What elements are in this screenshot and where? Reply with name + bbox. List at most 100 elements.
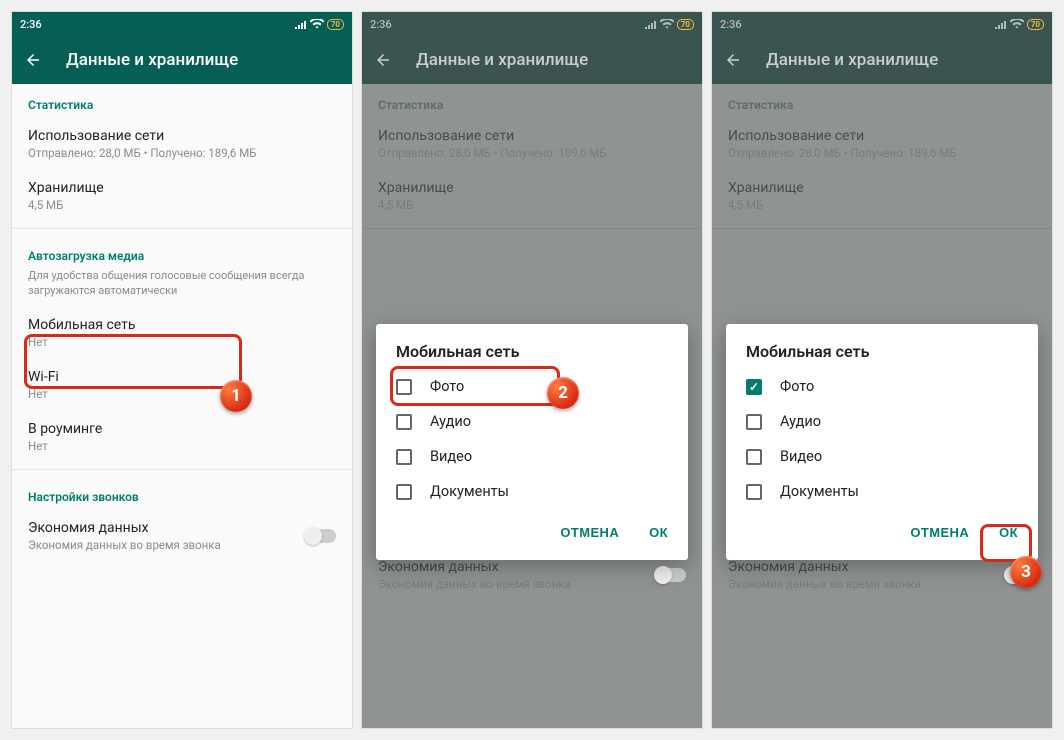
divider [12, 469, 352, 470]
item-wifi[interactable]: Wi-Fi Нет [12, 359, 352, 411]
item-storage[interactable]: Хранилище 4,5 МБ [12, 170, 352, 222]
checkbox-video[interactable] [396, 449, 412, 465]
toolbar: Данные и хранилище [712, 36, 1052, 84]
section-autodl-sub: Для удобства общения голосовые сообщения… [12, 269, 352, 307]
dialog-item-audio[interactable]: Аудио [376, 404, 688, 439]
cancel-button[interactable]: ОТМЕНА [900, 517, 979, 548]
badge-2: 2 [547, 377, 579, 409]
item-network-usage[interactable]: Использование сети Отправлено: 28,0 МБ •… [12, 118, 352, 170]
cancel-button[interactable]: ОТМЕНА [550, 517, 629, 548]
item-title: Экономия данных [728, 559, 921, 575]
wifi-icon [310, 19, 324, 29]
ok-button[interactable]: ОК [639, 517, 678, 548]
item-saver[interactable]: Экономия данных Экономия данных во время… [12, 510, 352, 562]
badge-1: 1 [220, 380, 252, 412]
divider [712, 228, 1052, 229]
wifi-icon [1010, 19, 1024, 29]
screenshot-3: 2:36 70 Данные и хранилище Статистика Ис… [712, 12, 1052, 728]
item-mobile[interactable]: Мобильная сеть Нет [12, 307, 352, 359]
item-title: Мобильная сеть [28, 317, 336, 333]
dialog-title: Мобильная сеть [376, 342, 688, 369]
dialog-label: Документы [430, 483, 509, 500]
item-title: Хранилище [378, 180, 686, 196]
status-bar: 2:36 70 [12, 12, 352, 36]
dialog-item-docs[interactable]: Документы [726, 474, 1038, 509]
dialog-label: Видео [430, 448, 472, 465]
status-time: 2:36 [370, 18, 392, 31]
toolbar-title: Данные и хранилище [66, 50, 238, 70]
checkbox-audio[interactable] [746, 414, 762, 430]
toggle-saver [656, 568, 686, 582]
section-autodl: Автозагрузка медиа [12, 235, 352, 269]
item-sub: Отправлено: 28,0 МБ • Получено: 189,6 МБ [728, 146, 1036, 160]
item-sub: Отправлено: 28,0 МБ • Получено: 189,6 МБ [28, 146, 336, 160]
toolbar-title: Данные и хранилище [416, 50, 588, 70]
screenshot-2: 2:36 70 Данные и хранилище Статистика Ис… [362, 12, 702, 728]
item-title: В роуминге [28, 421, 336, 437]
item-sub: Нет [28, 387, 336, 401]
dialog-item-video[interactable]: Видео [376, 439, 688, 474]
checkbox-audio[interactable] [396, 414, 412, 430]
item-sub: Нет [28, 439, 336, 453]
signal-icon [295, 19, 307, 29]
item-sub: 4,5 МБ [378, 198, 686, 212]
item-title: Хранилище [28, 180, 336, 196]
checkbox-docs[interactable] [396, 484, 412, 500]
dialog-label: Аудио [430, 413, 471, 430]
item-title: Использование сети [378, 128, 686, 144]
item-roaming[interactable]: В роуминге Нет [12, 411, 352, 463]
status-bar: 2:36 70 [712, 12, 1052, 36]
dialog-item-docs[interactable]: Документы [376, 474, 688, 509]
item-sub: Экономия данных во время звонка [28, 538, 221, 552]
checkbox-video[interactable] [746, 449, 762, 465]
dialog-actions: ОТМЕНА ОК [376, 509, 688, 552]
item-storage: Хранилище 4,5 МБ [362, 170, 702, 222]
section-stats: Статистика [12, 84, 352, 118]
back-icon[interactable] [724, 51, 742, 69]
item-title: Использование сети [728, 128, 1036, 144]
checkbox-photo[interactable] [746, 379, 762, 395]
dialog-item-photo[interactable]: Фото [376, 369, 688, 404]
item-title: Использование сети [28, 128, 336, 144]
item-network-usage: Использование сети Отправлено: 28,0 МБ •… [362, 118, 702, 170]
dialog-item-video[interactable]: Видео [726, 439, 1038, 474]
checkbox-photo[interactable] [396, 379, 412, 395]
item-sub: Экономия данных во время звонка [728, 577, 921, 591]
dialog-label: Аудио [780, 413, 821, 430]
item-storage: Хранилище 4,5 МБ [712, 170, 1052, 222]
dialog-item-audio[interactable]: Аудио [726, 404, 1038, 439]
dialog-label: Фото [430, 378, 464, 395]
toolbar: Данные и хранилище [362, 36, 702, 84]
battery-icon: 70 [327, 19, 344, 30]
battery-icon: 70 [1027, 19, 1044, 30]
section-calls: Настройки звонков [12, 476, 352, 510]
dialog-label: Фото [780, 378, 814, 395]
divider [362, 228, 702, 229]
status-time: 2:36 [720, 18, 742, 31]
settings-list: Статистика Использование сети Отправлено… [12, 84, 352, 562]
status-icons: 70 [295, 19, 344, 30]
back-icon[interactable] [374, 51, 392, 69]
back-icon[interactable] [24, 51, 42, 69]
signal-icon [995, 19, 1007, 29]
item-title: Экономия данных [378, 559, 571, 575]
item-sub: Экономия данных во время звонка [378, 577, 571, 591]
dialog-mobile: Мобильная сеть Фото Аудио Видео Документ… [726, 324, 1038, 560]
status-icons: 70 [995, 19, 1044, 30]
toolbar: Данные и хранилище [12, 36, 352, 84]
signal-icon [645, 19, 657, 29]
checkbox-docs[interactable] [746, 484, 762, 500]
item-title: Wi-Fi [28, 369, 336, 385]
status-time: 2:36 [20, 18, 42, 31]
item-sub: 4,5 МБ [28, 198, 336, 212]
toggle-saver[interactable] [306, 529, 336, 543]
dialog-item-photo[interactable]: Фото [726, 369, 1038, 404]
ok-button[interactable]: ОК [989, 517, 1028, 548]
status-bar: 2:36 70 [362, 12, 702, 36]
toolbar-title: Данные и хранилище [766, 50, 938, 70]
dialog-actions: ОТМЕНА ОК [726, 509, 1038, 552]
dialog-label: Документы [780, 483, 859, 500]
badge-3: 3 [1010, 556, 1042, 588]
status-icons: 70 [645, 19, 694, 30]
section-stats: Статистика [362, 84, 702, 118]
